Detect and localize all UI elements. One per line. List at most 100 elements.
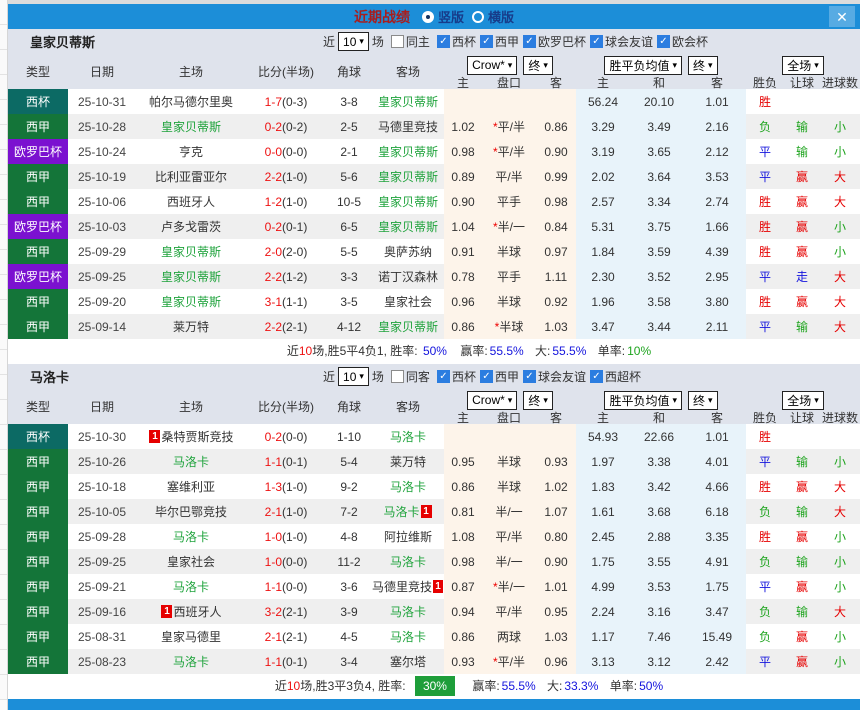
checkbox-checked-icon[interactable]: ✓ [436, 35, 450, 48]
radio-selected-icon[interactable] [421, 10, 434, 23]
checkbox-unchecked-icon[interactable] [390, 35, 404, 48]
page-background-strip [0, 0, 8, 710]
checkbox-checked-icon[interactable]: ✓ [436, 370, 450, 383]
avg-select[interactable]: 胜平负均值 ▾ [604, 390, 682, 410]
match-result: 平 [758, 580, 771, 594]
odds-source-select[interactable]: Crow* ▾ [467, 390, 518, 410]
match-row: 西杯 25-10-31 帕尔马德尔里奥 1-7 (0-3) 3-8 皇家贝蒂斯 56.24 20… [8, 89, 860, 114]
avg-final-select[interactable]: 终 ▾ [688, 55, 718, 75]
corner-score: 10-5 [336, 194, 362, 209]
avg-away-odds: 15.49 [688, 624, 746, 649]
match-result: 胜 [758, 530, 771, 544]
chevron-down-icon: ▾ [507, 394, 513, 405]
odds-final-select[interactable]: 终 ▾ [523, 390, 553, 410]
checkbox-unchecked-icon[interactable] [390, 370, 404, 383]
match-count-select[interactable]: 10 ▾ [338, 32, 369, 51]
avg-select[interactable]: 胜平负均值 ▾ [604, 55, 682, 75]
league-filter[interactable]: ✓ 欧会杯 [657, 33, 708, 50]
league-badge: 西甲 [8, 164, 68, 189]
goals-result: 小 [833, 220, 846, 234]
fulltime-select[interactable]: 全场 ▾ [782, 55, 824, 75]
away-team: 皇家社会 [383, 295, 432, 309]
score: 0-2 (0-1) [264, 219, 308, 234]
horizontal-label: 横版 [488, 10, 515, 25]
sub-handicap: 盘口 [496, 411, 521, 425]
match-date: 25-09-28 [77, 529, 127, 544]
match-date: 25-09-25 [77, 554, 127, 569]
sub-handicap-result: 让球 [789, 76, 814, 90]
league-badge-label: 西甲 [8, 524, 68, 549]
checkbox-checked-icon[interactable]: ✓ [657, 35, 670, 48]
goals-result: 大 [833, 320, 846, 334]
radio-unselected-icon[interactable] [472, 10, 484, 23]
avg-away-odds: 3.47 [688, 599, 746, 624]
avg-home-odds: 2.24 [576, 599, 630, 624]
handicap-line: * 平/半 [482, 649, 536, 674]
match-date: 25-09-20 [77, 294, 127, 309]
corner-score: 1-10 [336, 429, 362, 444]
league-filter[interactable]: ✓ 西杯 [436, 368, 476, 385]
layout-vertical-radio[interactable]: 竖版 [421, 7, 464, 26]
avg-home-odds: 2.30 [576, 264, 630, 289]
checkbox-checked-icon[interactable]: ✓ [522, 35, 536, 48]
layout-horizontal-radio[interactable]: 横版 [472, 7, 514, 26]
league-filter[interactable]: ✓ 西甲 [479, 368, 519, 385]
away-team: 皇家贝蒂斯 [377, 220, 438, 234]
summary-count: 10 [298, 344, 313, 358]
score: 1-2 (1-0) [264, 194, 308, 209]
handicap-result: 赢 [795, 580, 808, 594]
league-filter[interactable]: ✓ 西甲 [479, 33, 519, 50]
league-filter[interactable]: ✓ 西杯 [436, 33, 476, 50]
fulltime-select[interactable]: 全场 ▾ [782, 390, 824, 410]
match-result: 胜 [758, 220, 771, 234]
corner-score: 4-8 [340, 529, 358, 544]
checkbox-checked-icon[interactable]: ✓ [479, 370, 493, 383]
league-badge: 欧罗巴杯 [8, 264, 68, 289]
avg-away-odds: 3.35 [688, 524, 746, 549]
sub-odd-away: 客 [549, 411, 562, 425]
home-team: 西班牙人 [166, 195, 215, 209]
odds-final-select[interactable]: 终 ▾ [523, 55, 553, 75]
avg-draw-odds: 3.44 [630, 314, 688, 339]
league-badge: 西甲 [8, 549, 68, 574]
close-button[interactable]: ✕ [829, 6, 855, 27]
fulltime-value: 全场 [787, 393, 812, 408]
league-filter[interactable]: ✓ 球会友谊 [589, 33, 653, 50]
same-venue-filter[interactable]: 同主 [390, 33, 430, 50]
avg-home-odds: 56.24 [576, 89, 630, 114]
avg-final-select[interactable]: 终 ▾ [688, 390, 718, 410]
handicap-result: 走 [795, 270, 808, 284]
league-badge-label: 西甲 [8, 599, 68, 624]
league-badge: 西甲 [8, 189, 68, 214]
score: 0-0 (0-0) [264, 144, 308, 159]
league-filter[interactable]: ✓ 欧罗巴杯 [522, 33, 586, 50]
league-filter[interactable]: ✓ 西超杯 [589, 368, 641, 385]
match-date: 25-09-25 [77, 269, 127, 284]
match-date: 25-10-28 [77, 119, 127, 134]
stat-value: 50% [639, 679, 664, 693]
handicap-result [784, 89, 820, 114]
col-corner: 角球 [336, 400, 361, 414]
league-filter[interactable]: ✓ 球会友谊 [522, 368, 586, 385]
same-venue-filter[interactable]: 同客 [390, 368, 430, 385]
home-odds: 0.81 [444, 499, 482, 524]
avg-draw-odds: 3.55 [630, 549, 688, 574]
checkbox-checked-icon[interactable]: ✓ [479, 35, 493, 48]
league-badge-label: 西甲 [8, 574, 68, 599]
checkbox-checked-icon[interactable]: ✓ [589, 35, 603, 48]
away-odds: 0.92 [536, 289, 576, 314]
home-team: 马洛卡 [172, 655, 209, 669]
score: 1-0 (0-0) [264, 554, 308, 569]
checkbox-checked-icon[interactable]: ✓ [522, 370, 536, 383]
match-count-select[interactable]: 10 ▾ [338, 367, 369, 386]
col-type: 类型 [25, 65, 50, 79]
handicap-line: * 平/半 [482, 114, 536, 139]
odds-source-select[interactable]: Crow* ▾ [467, 55, 518, 75]
match-result: 胜 [758, 430, 771, 444]
match-result: 负 [758, 555, 771, 569]
col-home: 主场 [178, 400, 203, 414]
corner-score: 6-5 [340, 219, 358, 234]
away-team: 马德里竞技 1 [372, 574, 444, 599]
goals-result: 大 [833, 270, 846, 284]
checkbox-checked-icon[interactable]: ✓ [589, 370, 603, 383]
